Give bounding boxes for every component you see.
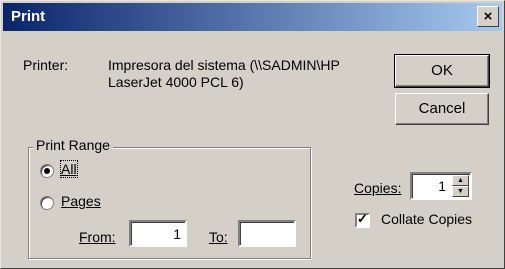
collate-label[interactable]: Collate Copies [381, 211, 472, 227]
copies-input[interactable]: 1 ▲ ▼ [410, 172, 472, 200]
from-label: From: [79, 229, 116, 245]
copies-label: Copies: [354, 180, 402, 196]
to-input[interactable] [238, 220, 296, 247]
close-button[interactable]: × [477, 6, 499, 27]
from-value: 1 [173, 226, 181, 242]
copies-spinner[interactable]: ▲ ▼ [452, 175, 469, 199]
ok-button[interactable]: OK [394, 54, 490, 88]
dialog-title: Print [11, 8, 46, 25]
close-icon: × [483, 8, 493, 25]
print-range-legend: Print Range [33, 137, 113, 153]
printer-name-line1: Impresora del sistema (\\SADMIN\HP [108, 57, 340, 73]
cancel-button[interactable]: Cancel [395, 93, 489, 125]
collate-checkbox[interactable]: ✓ [355, 211, 370, 228]
radio-pages[interactable] [40, 196, 54, 210]
printer-label: Printer: [23, 57, 69, 73]
check-icon: ✓ [357, 211, 368, 226]
printer-name-line2: LaserJet 4000 PCL 6) [108, 74, 244, 90]
print-dialog: Print × Printer: Impresora del sistema (… [0, 0, 505, 269]
radio-pages-label[interactable]: Pages [61, 193, 101, 209]
copies-value: 1 [438, 178, 446, 194]
from-input[interactable]: 1 [129, 220, 187, 247]
spin-up-icon[interactable]: ▲ [452, 175, 469, 186]
radio-all[interactable] [40, 164, 54, 178]
to-label: To: [209, 229, 228, 245]
spin-down-icon[interactable]: ▼ [452, 186, 469, 197]
title-bar[interactable]: Print × [3, 3, 502, 31]
radio-all-label[interactable]: All [60, 160, 78, 178]
